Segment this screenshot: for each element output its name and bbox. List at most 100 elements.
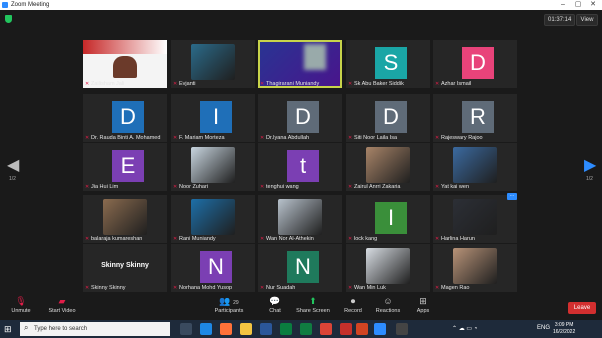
participant-tile[interactable]: D ✕ Siti Noor Laila Isa	[346, 94, 430, 142]
meeting-timer: 01:37:14	[544, 14, 576, 26]
apps-icon: ⊞	[419, 296, 427, 306]
acrobat-icon[interactable]	[340, 323, 352, 335]
participant-tile[interactable]: ✕ Magen Rao	[433, 244, 517, 292]
next-page-arrow-icon[interactable]: ▶	[584, 155, 596, 175]
language-indicator[interactable]: ENG	[537, 325, 550, 331]
unmute-button[interactable]: 🎙 Unmute	[8, 296, 34, 314]
chat-button[interactable]: 💬 Chat	[266, 296, 284, 314]
apps-button[interactable]: ⊞ Apps	[414, 296, 432, 314]
participant-name: Norhana Mohd Yusop	[179, 285, 233, 291]
participant-name-bar: ✕ Yat kai wen	[435, 184, 515, 190]
participant-name-bar: ✕ Wan Nor Al-Athekin	[260, 236, 340, 242]
participant-tile[interactable]: ✕ Harlina Harun	[433, 195, 517, 243]
close-button[interactable]: ✕	[586, 0, 600, 10]
minimize-button[interactable]: –	[556, 0, 570, 10]
participant-tile[interactable]: R ✕ Rajeswary Rajoo	[433, 94, 517, 142]
maximize-button[interactable]: ▢	[571, 0, 585, 10]
participant-tile[interactable]: I ✕ F. Mariam Morteza	[171, 94, 255, 142]
shared-slide-header	[83, 40, 167, 54]
participant-name: Rajeswary Rajoo	[441, 135, 483, 141]
shield-icon[interactable]	[5, 15, 12, 23]
view-button[interactable]: View	[576, 14, 598, 26]
apps-label: Apps	[416, 308, 430, 314]
participant-tile[interactable]: D ✕ Dr. Rauda Binti A. Mohamed	[83, 94, 167, 142]
word-icon[interactable]	[260, 323, 272, 335]
taskbar-app-icon[interactable]	[396, 323, 408, 335]
participant-tile[interactable]: N ✕ Nur Suadah	[258, 244, 342, 292]
start-video-button[interactable]: ▰ Start Video	[46, 296, 78, 314]
muted-mic-icon: ✕	[348, 236, 353, 242]
participants-label: Participants	[214, 308, 244, 314]
participant-name: Sk Abu Baker Siddik	[354, 81, 404, 87]
participant-name: Magen Rao	[441, 285, 470, 291]
muted-mic-icon: ✕	[260, 236, 265, 242]
participant-name-bar: ✕ Noor Zuhari	[173, 184, 253, 190]
record-label: Record	[344, 308, 362, 314]
participant-tile[interactable]: S ✕ Sk Abu Baker Siddik	[346, 40, 430, 88]
participant-name-bar: ✕ Dr. Rauda Binti A. Mohamed	[85, 135, 165, 141]
participants-count: 29	[233, 300, 239, 306]
reactions-button[interactable]: ☺ Reactions	[374, 296, 402, 314]
participants-icon: 👥 29	[219, 296, 239, 306]
participant-avatar: E	[112, 150, 144, 182]
participant-tile[interactable]: Skinny Skinny ✕ Skinny Skinny	[83, 244, 167, 292]
participant-tile[interactable]: t ✕ tenghui wang	[258, 143, 342, 191]
participant-tile[interactable]: ✕ Noor Zuhari	[171, 143, 255, 191]
previous-page-arrow-icon[interactable]: ◀	[7, 155, 19, 175]
participant-video	[191, 199, 235, 235]
task-view-icon[interactable]	[180, 323, 192, 335]
participant-name: balaraja kumareshan	[91, 236, 143, 242]
file-explorer-icon[interactable]	[240, 323, 252, 335]
participant-video	[366, 248, 410, 284]
chat-icon: 💬	[269, 296, 281, 306]
participant-video	[103, 199, 147, 235]
participant-avatar: D	[462, 47, 494, 79]
participant-tile[interactable]: ✕ Zairul Anrri Zakaria	[346, 143, 430, 191]
participant-tile[interactable]: ✕ Zailisham Jali	[83, 40, 167, 88]
share-screen-label: Share Screen	[296, 308, 330, 314]
participants-button[interactable]: 👥 29 Participants	[212, 296, 246, 314]
store-icon[interactable]	[280, 323, 292, 335]
search-icon: ⌕	[24, 323, 29, 332]
zoom-taskbar-icon[interactable]	[374, 323, 386, 335]
participant-tile[interactable]: ✕ Evjanti	[171, 40, 255, 88]
page-indicator-right: 1/2	[586, 176, 593, 182]
participant-tile[interactable]: ✕ Yat kai wen	[433, 143, 517, 191]
participant-tile[interactable]: D ✕ Dr.Iyana Abdullah	[258, 94, 342, 142]
record-button[interactable]: ⏺ Record	[342, 296, 364, 314]
participant-tile[interactable]: D ✕ Azhar Ismail	[433, 40, 517, 88]
taskbar-clock[interactable]: 3:09 PM 16/2/2022	[553, 322, 575, 336]
participant-avatar: N	[287, 251, 319, 283]
participant-tile[interactable]: ✕ Wan Min Luk	[346, 244, 430, 292]
participant-name-bar: ✕ Dr.Iyana Abdullah	[260, 135, 340, 141]
windows-start-icon[interactable]: ⊞	[4, 324, 14, 334]
muted-mic-icon: ✕	[435, 285, 440, 291]
participant-tile[interactable]: ✕ Wan Nor Al-Athekin	[258, 195, 342, 243]
taskbar-search-box[interactable]: Type here to search	[20, 322, 170, 336]
participant-tile[interactable]: E ✕ Jia Hui Lim	[83, 143, 167, 191]
muted-mic-icon: ✕	[435, 184, 440, 190]
muted-mic-icon: ✕	[260, 184, 265, 190]
record-icon: ⏺	[350, 296, 356, 306]
tray-icons[interactable]: ⌃ ☁ ▭ ◔	[452, 325, 477, 332]
microphone-muted-icon: 🎙	[15, 296, 27, 306]
participant-tile[interactable]: ✕ Rani Muniandy	[171, 195, 255, 243]
participant-tile[interactable]: N ✕ Norhana Mohd Yusop	[171, 244, 255, 292]
excel-icon[interactable]	[300, 323, 312, 335]
participant-tile[interactable]: I ✕ lock kang	[346, 195, 430, 243]
edge-icon[interactable]	[200, 323, 212, 335]
more-options-icon[interactable]: ···	[507, 193, 517, 200]
firefox-icon[interactable]	[220, 323, 232, 335]
leave-button[interactable]: Leave	[568, 302, 596, 314]
participant-avatar: t	[287, 150, 319, 182]
share-screen-button[interactable]: ⬆ Share Screen	[296, 296, 330, 314]
participant-tile[interactable]: ✕ balaraja kumareshan	[83, 195, 167, 243]
participant-video	[278, 199, 322, 235]
muted-mic-icon: ✕	[348, 285, 353, 291]
participant-avatar: D	[287, 101, 319, 133]
chrome-icon[interactable]	[320, 323, 332, 335]
participant-avatar: D	[112, 101, 144, 133]
unmute-label: Unmute	[11, 308, 31, 314]
powerpoint-icon[interactable]	[356, 323, 368, 335]
participant-tile[interactable]: ✕ Thagirarani Muniandy	[258, 40, 342, 88]
